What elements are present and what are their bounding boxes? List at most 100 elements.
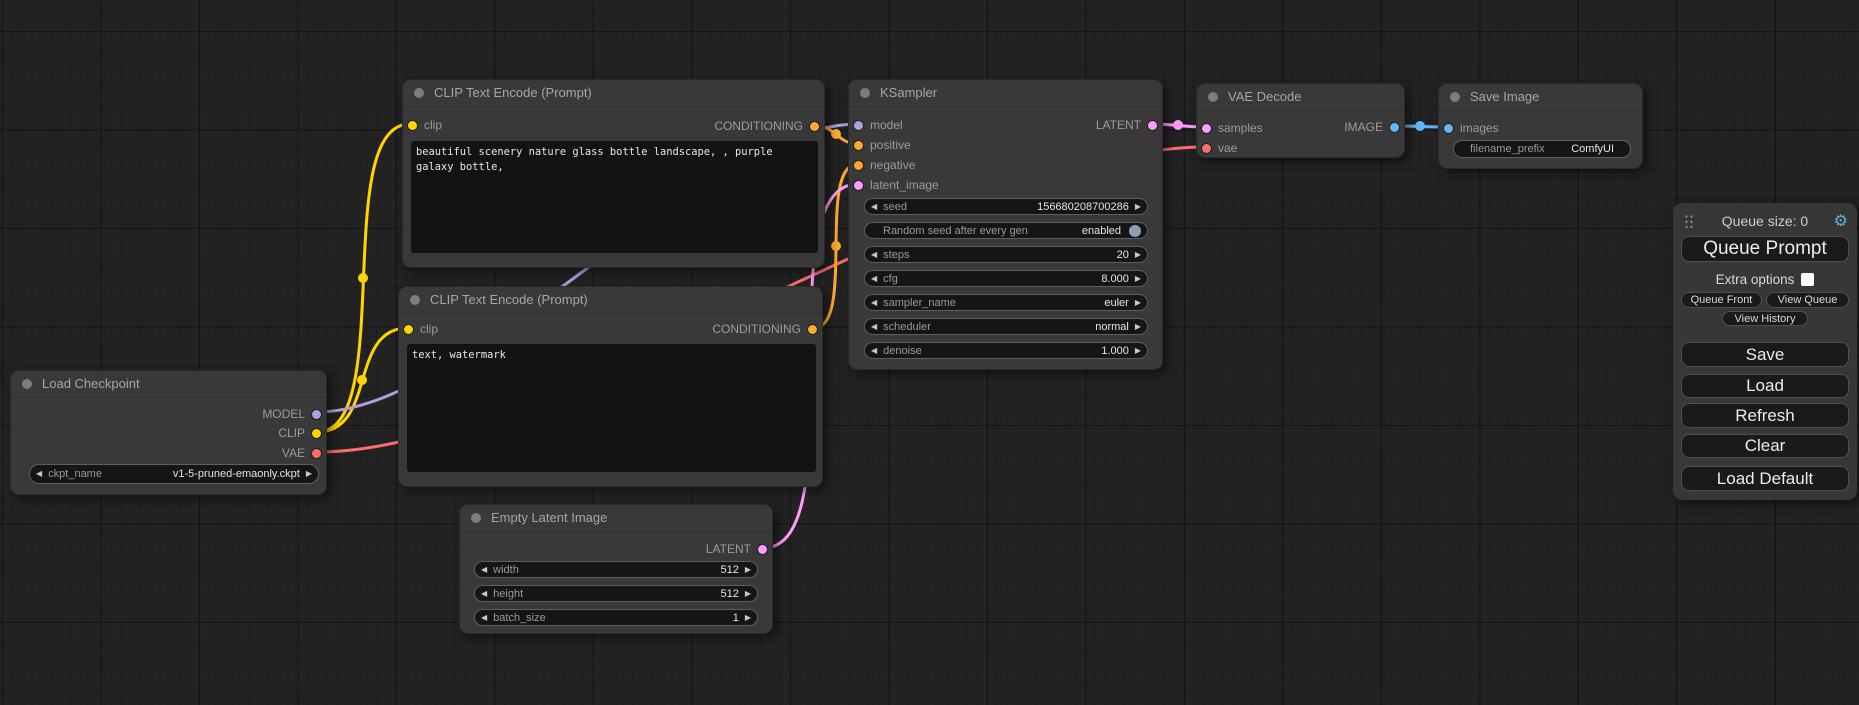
vae-port-dot[interactable] [312, 449, 321, 458]
graph-canvas[interactable]: { "colors": { "model": "#B39DDB", "clip"… [0, 0, 1859, 705]
input-port-clip[interactable]: clip [404, 324, 438, 334]
collapse-dot[interactable] [410, 295, 420, 305]
negative-prompt-textarea[interactable]: text, watermark [407, 344, 816, 472]
input-port-model[interactable]: model [854, 120, 903, 130]
decrement-icon[interactable]: ◀ [481, 566, 487, 574]
increment-icon[interactable]: ▶ [1135, 299, 1141, 307]
node-clip-text-encode-positive[interactable]: CLIP Text Encode (Prompt) clip CONDITION… [402, 79, 825, 268]
increment-icon[interactable]: ▶ [1135, 275, 1141, 283]
sampler-name-widget[interactable]: ◀ sampler_name euler ▶ [864, 294, 1148, 311]
output-port-vae[interactable]: VAE [282, 448, 321, 458]
port-label: negative [870, 158, 915, 172]
output-port-conditioning[interactable]: CONDITIONING [714, 121, 819, 131]
node-load-checkpoint[interactable]: Load Checkpoint MODEL CLIP VAE ◀ ckpt_na… [10, 370, 327, 495]
input-port-latent-image[interactable]: latent_image [854, 180, 939, 190]
denoise-widget[interactable]: ◀ denoise 1.000 ▶ [864, 342, 1148, 359]
clear-button[interactable]: Clear [1681, 434, 1849, 458]
load-default-button[interactable]: Load Default [1681, 466, 1849, 491]
collapse-dot[interactable] [860, 88, 870, 98]
latent-port-dot[interactable] [854, 181, 863, 190]
save-button[interactable]: Save [1681, 342, 1849, 367]
vae-port-dot[interactable] [1202, 144, 1211, 153]
cfg-widget[interactable]: ◀ cfg 8.000 ▶ [864, 270, 1148, 287]
increment-icon[interactable]: ▶ [1135, 203, 1141, 211]
increment-icon[interactable]: ▶ [745, 566, 751, 574]
view-history-button[interactable]: View History [1722, 311, 1808, 326]
input-port-negative[interactable]: negative [854, 160, 915, 170]
node-save-image[interactable]: Save Image images filename_prefix ComfyU… [1438, 83, 1643, 169]
toggle-dot[interactable] [1129, 225, 1141, 237]
decrement-icon[interactable]: ◀ [871, 275, 877, 283]
seed-widget[interactable]: ◀ seed 156680208700286 ▶ [864, 198, 1148, 215]
output-port-image[interactable]: IMAGE [1344, 122, 1399, 132]
increment-icon[interactable]: ▶ [1135, 323, 1141, 331]
output-port-latent[interactable]: LATENT [706, 544, 767, 554]
increment-icon[interactable]: ▶ [1135, 347, 1141, 355]
node-title-text: Save Image [1470, 89, 1539, 104]
collapse-dot[interactable] [471, 513, 481, 523]
conditioning-port-dot[interactable] [810, 122, 819, 131]
output-port-latent[interactable]: LATENT [1096, 120, 1157, 130]
width-widget[interactable]: ◀ width 512 ▶ [474, 561, 758, 578]
input-port-samples[interactable]: samples [1202, 123, 1263, 133]
extra-options-checkbox[interactable] [1801, 273, 1814, 286]
collapse-dot[interactable] [22, 379, 32, 389]
widget-value: 1 [546, 612, 739, 624]
input-port-clip[interactable]: clip [408, 120, 442, 130]
input-port-images[interactable]: images [1444, 123, 1499, 133]
random-seed-toggle-widget[interactable]: Random seed after every gen enabled [864, 222, 1148, 239]
latent-port-dot[interactable] [1148, 121, 1157, 130]
load-button[interactable]: Load [1681, 374, 1849, 398]
increment-icon[interactable]: ▶ [745, 614, 751, 622]
scheduler-widget[interactable]: ◀ scheduler normal ▶ [864, 318, 1148, 335]
model-port-dot[interactable] [312, 410, 321, 419]
decrement-icon[interactable]: ◀ [871, 323, 877, 331]
collapse-dot[interactable] [1450, 92, 1460, 102]
comfy-menu-panel[interactable]: Queue size: 0 ⚙ Queue Prompt Extra optio… [1673, 203, 1857, 500]
ckpt-name-widget[interactable]: ◀ ckpt_name v1-5-pruned-emaonly.ckpt ▶ [29, 464, 319, 484]
decrement-icon[interactable]: ◀ [481, 614, 487, 622]
node-empty-latent-image[interactable]: Empty Latent Image LATENT ◀ width 512 ▶ … [459, 504, 773, 634]
queue-prompt-button[interactable]: Queue Prompt [1681, 236, 1849, 262]
batch-size-widget[interactable]: ◀ batch_size 1 ▶ [474, 609, 758, 626]
decrement-icon[interactable]: ◀ [481, 590, 487, 598]
image-port-dot[interactable] [1444, 124, 1453, 133]
model-port-dot[interactable] [854, 121, 863, 130]
collapse-dot[interactable] [1208, 92, 1218, 102]
increment-icon[interactable]: ▶ [1135, 251, 1141, 259]
refresh-button[interactable]: Refresh [1681, 403, 1849, 428]
height-widget[interactable]: ◀ height 512 ▶ [474, 585, 758, 602]
conditioning-port-dot[interactable] [808, 325, 817, 334]
node-vae-decode[interactable]: VAE Decode samples vae IMAGE [1196, 83, 1405, 158]
decrement-icon[interactable]: ◀ [871, 203, 877, 211]
output-port-clip[interactable]: CLIP [278, 428, 321, 438]
node-ksampler[interactable]: KSampler model positive negative latent_… [848, 79, 1163, 370]
node-clip-text-encode-negative[interactable]: CLIP Text Encode (Prompt) clip CONDITION… [398, 286, 823, 487]
input-port-positive[interactable]: positive [854, 140, 911, 150]
conditioning-port-dot[interactable] [854, 141, 863, 150]
decrement-icon[interactable]: ◀ [871, 299, 877, 307]
collapse-dot[interactable] [414, 88, 424, 98]
increment-icon[interactable]: ▶ [306, 470, 312, 478]
gear-icon[interactable]: ⚙ [1834, 211, 1848, 233]
output-port-conditioning[interactable]: CONDITIONING [712, 324, 817, 334]
decrement-icon[interactable]: ◀ [871, 347, 877, 355]
latent-port-dot[interactable] [1202, 124, 1211, 133]
latent-port-dot[interactable] [758, 545, 767, 554]
increment-icon[interactable]: ▶ [745, 590, 751, 598]
filename-prefix-widget[interactable]: filename_prefix ComfyUI [1453, 140, 1631, 158]
decrement-icon[interactable]: ◀ [871, 251, 877, 259]
clip-port-dot[interactable] [404, 325, 413, 334]
queue-size-label: Queue size: 0 [1673, 210, 1857, 232]
image-port-dot[interactable] [1390, 123, 1399, 132]
decrement-icon[interactable]: ◀ [36, 470, 42, 478]
steps-widget[interactable]: ◀ steps 20 ▶ [864, 246, 1148, 263]
output-port-model[interactable]: MODEL [262, 409, 321, 419]
view-queue-button[interactable]: View Queue [1766, 292, 1849, 308]
clip-port-dot[interactable] [312, 429, 321, 438]
conditioning-port-dot[interactable] [854, 161, 863, 170]
clip-port-dot[interactable] [408, 121, 417, 130]
queue-front-button[interactable]: Queue Front [1681, 292, 1762, 308]
input-port-vae[interactable]: vae [1202, 143, 1237, 153]
positive-prompt-textarea[interactable]: beautiful scenery nature glass bottle la… [411, 141, 818, 253]
